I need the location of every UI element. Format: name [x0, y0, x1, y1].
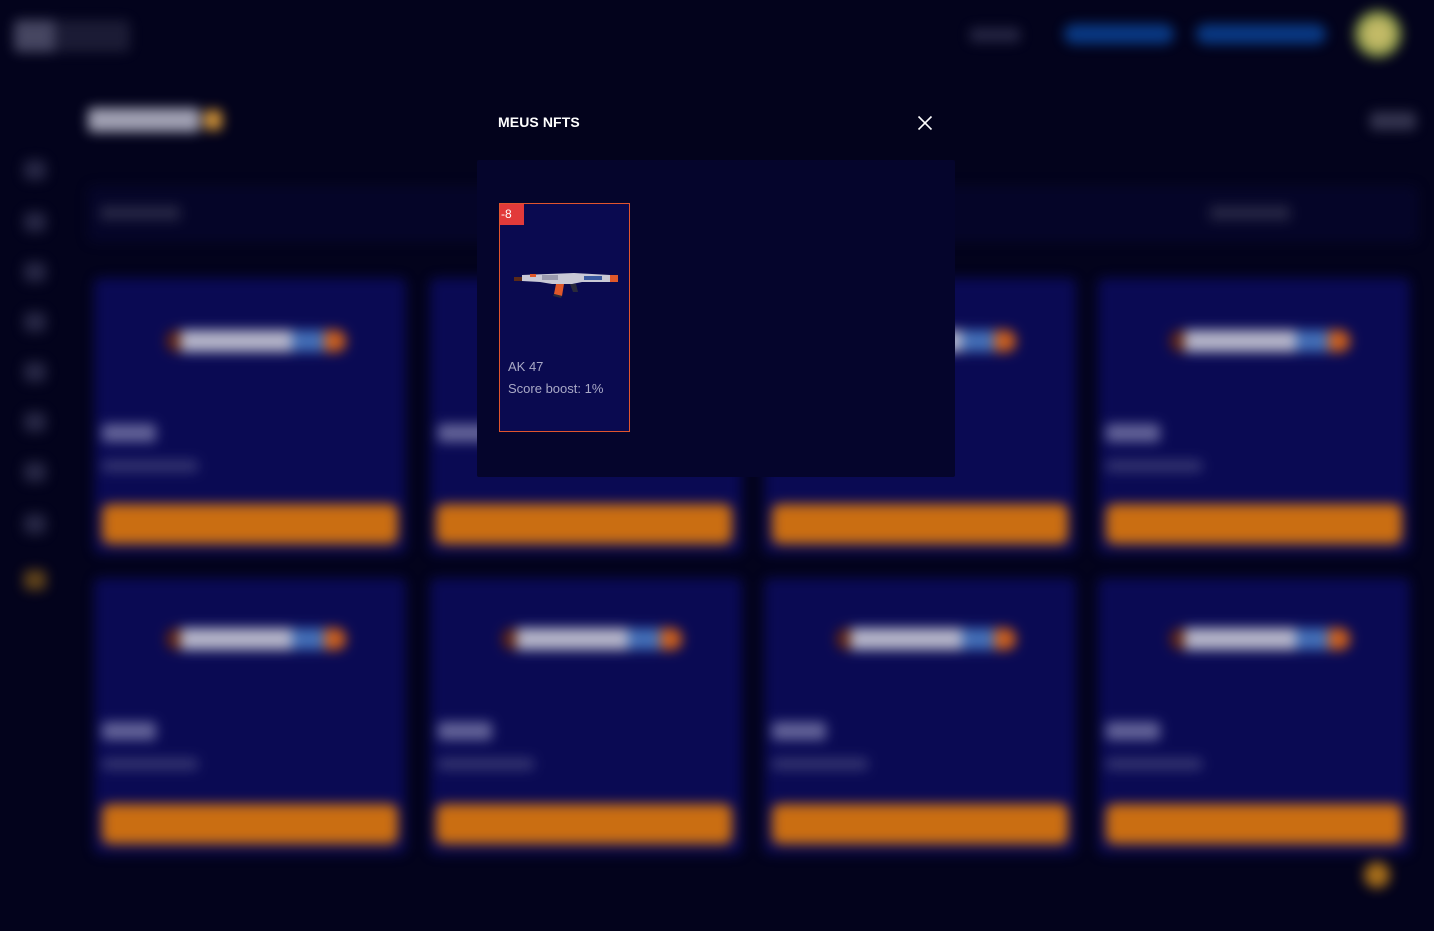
- nft-badge: -8: [500, 204, 524, 225]
- modal-body: -8 AK 47 Score boost: 1%: [477, 160, 955, 477]
- buy-button: [102, 504, 398, 544]
- header-action: [1370, 112, 1416, 130]
- rifle-icon: [502, 628, 682, 650]
- buy-button: [1106, 504, 1402, 544]
- buy-button: [102, 804, 398, 844]
- filter-sort: [1210, 206, 1290, 220]
- rifle-icon: [166, 330, 346, 352]
- header-balance-pill: [1196, 24, 1326, 44]
- nft-card[interactable]: -8 AK 47 Score boost: 1%: [499, 203, 630, 432]
- sidebar-icon: [24, 312, 46, 332]
- header-nav-item: [970, 28, 1020, 42]
- close-button[interactable]: [914, 112, 936, 134]
- rifle-icon: [514, 273, 618, 298]
- buy-button: [436, 504, 732, 544]
- avatar: [1354, 10, 1402, 58]
- sidebar-icon: [24, 570, 46, 590]
- card-title: [772, 722, 826, 740]
- page-title-icon: [204, 110, 222, 130]
- modal-header: MEUS NFTS: [478, 100, 954, 144]
- rifle-icon: [1170, 628, 1350, 650]
- sidebar-icon: [24, 212, 46, 232]
- floating-action: [1364, 862, 1390, 888]
- sidebar-icon: [24, 262, 46, 282]
- sidebar-icon: [24, 160, 46, 180]
- card-title: [438, 722, 492, 740]
- filter-label: [100, 206, 180, 220]
- app-logo: [14, 20, 130, 52]
- buy-button: [772, 504, 1068, 544]
- nft-score-boost: Score boost: 1%: [508, 381, 604, 396]
- page-title: [88, 108, 200, 132]
- nft-name: AK 47: [508, 359, 544, 374]
- card-subtitle: [102, 758, 198, 770]
- sidebar-icon: [24, 462, 46, 482]
- card-title: [102, 722, 156, 740]
- rifle-icon: [836, 628, 1016, 650]
- sidebar-icon: [24, 514, 46, 534]
- card-subtitle: [438, 758, 534, 770]
- card-subtitle: [1106, 460, 1202, 472]
- modal-title: MEUS NFTS: [498, 114, 580, 130]
- card-subtitle: [1106, 758, 1202, 770]
- sidebar-icon: [24, 362, 46, 382]
- card-title: [102, 424, 156, 442]
- rifle-icon: [166, 628, 346, 650]
- card-title: [1106, 722, 1160, 740]
- header-wallet-pill: [1064, 24, 1174, 44]
- card-title: [1106, 424, 1160, 442]
- buy-button: [1106, 804, 1402, 844]
- buy-button: [436, 804, 732, 844]
- card-subtitle: [772, 758, 868, 770]
- buy-button: [772, 804, 1068, 844]
- close-icon: [917, 115, 933, 131]
- rifle-icon: [1170, 330, 1350, 352]
- card-subtitle: [102, 460, 198, 472]
- sidebar-icon: [24, 412, 46, 432]
